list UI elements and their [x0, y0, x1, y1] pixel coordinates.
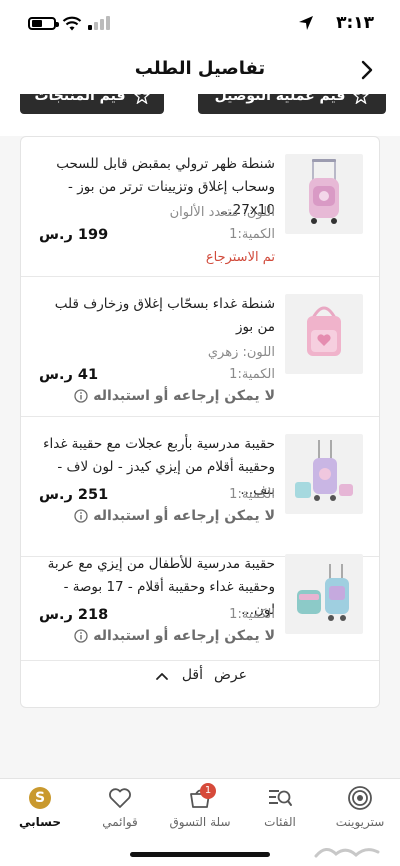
- product-image[interactable]: [285, 554, 363, 634]
- return-status-text: لا يمكن إرجاعه أو استبداله: [93, 508, 275, 524]
- status-time: ٣:١٣: [336, 13, 374, 33]
- home-indicator: [130, 852, 270, 857]
- product-image[interactable]: [285, 434, 363, 514]
- spacer: [0, 118, 400, 136]
- product-color: اللون: زهري: [207, 345, 275, 360]
- categories-search-icon: [269, 790, 292, 806]
- nav-item-wishlist[interactable]: قوائمي: [80, 785, 160, 835]
- less-label: أقل: [181, 667, 203, 683]
- return-status: تم الاسترجاع: [205, 250, 275, 265]
- rating-buttons-row: قيم عملية التوصيل قيم المنتجات: [0, 94, 400, 118]
- signal-icon: [88, 16, 110, 30]
- chevron-up-icon: [156, 673, 168, 680]
- status-bar: ٣:١٣: [0, 0, 400, 44]
- rate-products-button[interactable]: قيم المنتجات: [20, 94, 164, 114]
- product-color: اللون: متعدد الألوان: [169, 205, 275, 220]
- return-status-text: لا يمكن إرجاعه أو استبداله: [93, 628, 275, 644]
- target-icon: [348, 786, 372, 810]
- watermark-logo: [314, 848, 380, 858]
- nav-label: ستريوينت: [335, 815, 385, 829]
- header: تفاصيل الطلب: [0, 44, 400, 94]
- product-image[interactable]: [285, 294, 363, 374]
- back-chevron-icon[interactable]: [358, 59, 376, 81]
- rate-products-label: قيم المنتجات: [34, 94, 126, 104]
- star-icon: [353, 94, 370, 104]
- account-icon: S: [29, 787, 51, 809]
- nav-item-categories[interactable]: الفئات: [240, 785, 320, 835]
- nav-label: قوائمي: [102, 815, 138, 829]
- info-icon[interactable]: [74, 509, 88, 523]
- list-item[interactable]: حقيبة مدرسية للأطفال من إيزي مع عربة وحق…: [21, 537, 379, 661]
- nav-item-styli-point[interactable]: ستريوينت: [320, 785, 400, 835]
- product-price: 251 ر.س: [39, 487, 109, 503]
- product-price: 218 ر.س: [39, 607, 109, 623]
- view-label: عرض: [213, 667, 247, 683]
- order-items-card: شنطة ظهر ترولي بمقبض قابل للسحب وسحاب إغ…: [20, 136, 380, 708]
- battery-icon: [28, 17, 59, 30]
- list-item[interactable]: حقيبة مدرسية بأربع عجلات مع حقيبة غداء و…: [21, 417, 379, 557]
- return-status: لا يمكن إرجاعه أو استبداله: [74, 508, 275, 524]
- product-image[interactable]: [285, 154, 363, 234]
- product-title[interactable]: شنطة غداء بسحّاب إغلاق وزخارف قلب من بوز: [35, 293, 275, 339]
- bottom-nav: ستريوينت الفئات 1 سلة التسوق قوائمي S حس…: [0, 778, 400, 866]
- list-item[interactable]: شنطة ظهر ترولي بمقبض قابل للسحب وسحاب إغ…: [21, 137, 379, 277]
- return-status-text: لا يمكن إرجاعه أو استبداله: [93, 388, 275, 404]
- heart-icon: [109, 788, 131, 808]
- nav-label: الفئات: [264, 815, 296, 829]
- location-arrow-icon: [299, 16, 313, 30]
- product-quantity: الكمية:1: [229, 487, 275, 502]
- product-quantity: الكمية:1: [229, 367, 275, 382]
- nav-label: سلة التسوق: [169, 815, 231, 829]
- wifi-icon: [62, 16, 82, 31]
- nav-item-account[interactable]: S حسابي: [0, 785, 80, 835]
- info-icon[interactable]: [74, 389, 88, 403]
- return-status: لا يمكن إرجاعه أو استبداله: [74, 388, 275, 404]
- product-price: 199 ر.س: [39, 227, 109, 243]
- product-quantity: الكمية:1: [229, 607, 275, 622]
- info-icon[interactable]: [74, 629, 88, 643]
- view-less-toggle[interactable]: عرض أقل: [21, 663, 379, 693]
- product-price: 41 ر.س: [39, 367, 99, 383]
- cart-badge: 1: [200, 783, 216, 799]
- list-item[interactable]: شنطة غداء بسحّاب إغلاق وزخارف قلب من بوز…: [21, 277, 379, 417]
- nav-item-cart[interactable]: 1 سلة التسوق: [160, 783, 240, 835]
- product-quantity: الكمية:1: [229, 227, 275, 242]
- rate-delivery-button[interactable]: قيم عملية التوصيل: [198, 94, 386, 114]
- star-icon: [133, 94, 150, 104]
- nav-label: حسابي: [18, 815, 61, 829]
- page-title: تفاصيل الطلب: [134, 58, 266, 79]
- return-status: لا يمكن إرجاعه أو استبداله: [74, 628, 275, 644]
- rate-delivery-label: قيم عملية التوصيل: [214, 94, 346, 104]
